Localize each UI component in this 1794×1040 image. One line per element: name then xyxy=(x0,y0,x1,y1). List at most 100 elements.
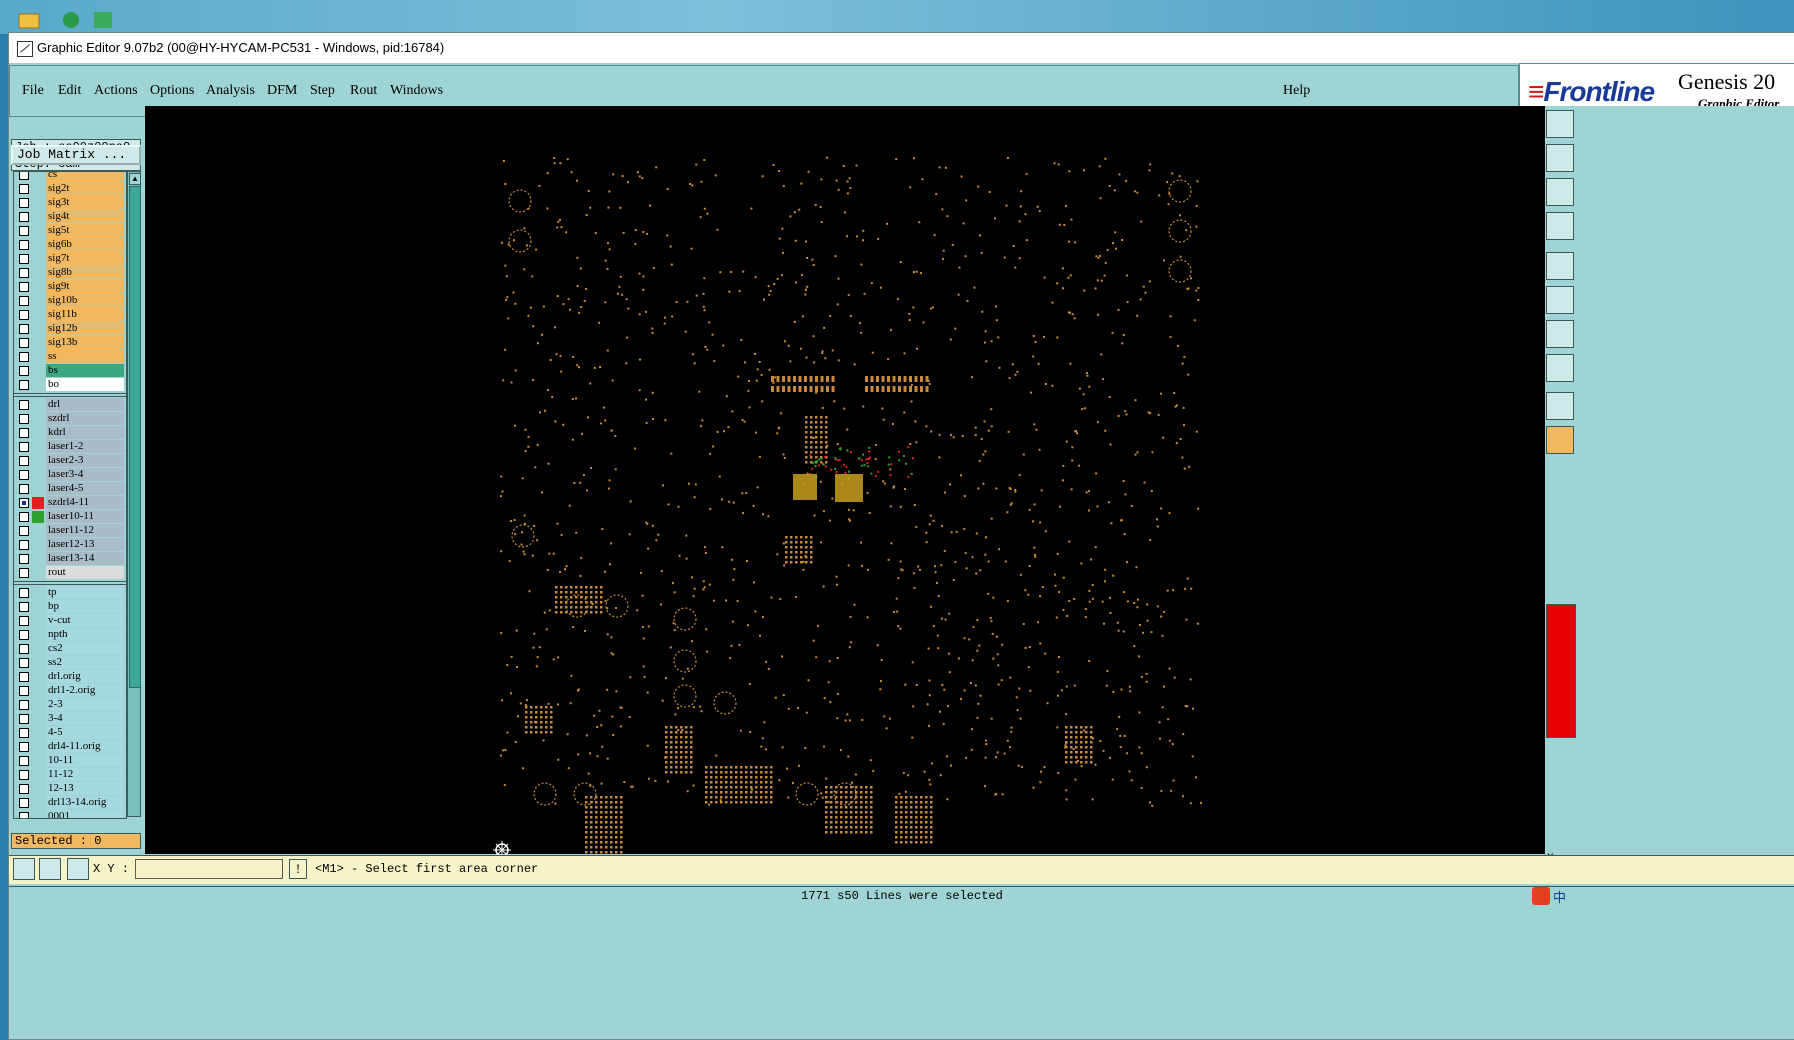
layer-name[interactable]: sig13b xyxy=(46,336,124,349)
menu-rout[interactable]: Rout xyxy=(350,83,377,99)
layer-name[interactable]: sig4t xyxy=(46,210,124,223)
angle-icon[interactable] xyxy=(39,858,61,880)
layer-name[interactable]: sig6b xyxy=(46,238,124,251)
layer-checkbox[interactable] xyxy=(19,756,29,766)
layer-row-bp[interactable]: bp xyxy=(14,600,126,614)
layer-row-szdrl4-11[interactable]: szdrl4-11 xyxy=(14,496,126,510)
layer-name[interactable]: 10-11 xyxy=(46,754,124,767)
layer-name[interactable]: laser12-13 xyxy=(46,538,124,551)
layer-name[interactable]: sig9t xyxy=(46,280,124,293)
layer-row-cs2[interactable]: cs2 xyxy=(14,642,126,656)
layer-row-bo[interactable]: bo xyxy=(14,378,126,392)
layer-name[interactable]: sig8b xyxy=(46,266,124,279)
layer-name[interactable]: bo xyxy=(46,378,124,391)
layer-row-laser12-13[interactable]: laser12-13 xyxy=(14,538,126,552)
zoom-fit-icon[interactable] xyxy=(1546,178,1574,206)
layer-name[interactable]: ss2 xyxy=(46,656,124,669)
layer-name[interactable]: sig7t xyxy=(46,252,124,265)
menu-options[interactable]: Options xyxy=(150,83,194,99)
layer-checkbox[interactable] xyxy=(19,714,29,724)
layer-name[interactable]: kdrl xyxy=(46,426,124,439)
layer-checkbox[interactable] xyxy=(19,226,29,236)
layer-row-sig4t[interactable]: sig4t xyxy=(14,210,126,224)
layer-checkbox[interactable] xyxy=(19,282,29,292)
layer-row-laser13-14[interactable]: laser13-14 xyxy=(14,552,126,566)
layer-name[interactable]: tp xyxy=(46,586,124,599)
triangle-icon[interactable] xyxy=(1546,392,1574,420)
layer-row-npth[interactable]: npth xyxy=(14,628,126,642)
layer-name[interactable]: sig12b xyxy=(46,322,124,335)
layer-name[interactable]: 12-13 xyxy=(46,782,124,795)
layer-checkbox[interactable] xyxy=(19,784,29,794)
layer-checkbox[interactable] xyxy=(19,352,29,362)
layer-checkbox[interactable] xyxy=(19,728,29,738)
layer-checkbox[interactable] xyxy=(19,184,29,194)
layer-name[interactable]: 11-12 xyxy=(46,768,124,781)
snap-icon[interactable] xyxy=(13,858,35,880)
layer-row-sig12b[interactable]: sig12b xyxy=(14,322,126,336)
layer-checkbox[interactable] xyxy=(19,324,29,334)
layer-checkbox[interactable] xyxy=(19,366,29,376)
layer-name[interactable]: drl xyxy=(46,398,124,411)
input-method-icon[interactable]: 中 xyxy=(1531,885,1565,907)
execute-button[interactable]: ! xyxy=(289,859,307,879)
layer-row-2-3[interactable]: 2-3 xyxy=(14,698,126,712)
layer-name[interactable]: drl.orig xyxy=(46,670,124,683)
layer-row-szdrl[interactable]: szdrl xyxy=(14,412,126,426)
layer-checkbox[interactable] xyxy=(19,254,29,264)
layer-row-4-5[interactable]: 4-5 xyxy=(14,726,126,740)
layer-row-laser10-11[interactable]: laser10-11 xyxy=(14,510,126,524)
layer-checkbox[interactable] xyxy=(19,658,29,668)
polygon-icon[interactable] xyxy=(1546,354,1574,382)
layer-row-sig13b[interactable]: sig13b xyxy=(14,336,126,350)
layer-name[interactable]: 2-3 xyxy=(46,698,124,711)
layer-row-laser4-5[interactable]: laser4-5 xyxy=(14,482,126,496)
layer-name[interactable]: laser1-2 xyxy=(46,440,124,453)
layer-checkbox[interactable] xyxy=(19,498,29,508)
layer-checkbox[interactable] xyxy=(19,400,29,410)
menu-dfm[interactable]: DFM xyxy=(267,83,297,99)
menu-file[interactable]: File xyxy=(22,83,44,99)
layer-checkbox[interactable] xyxy=(19,568,29,578)
net-icon[interactable] xyxy=(1546,286,1574,314)
layer-name[interactable]: cs2 xyxy=(46,642,124,655)
layer-checkbox[interactable] xyxy=(19,770,29,780)
menu-windows[interactable]: Windows xyxy=(390,83,443,99)
layer-row-sig6b[interactable]: sig6b xyxy=(14,238,126,252)
layer-row-v-cut[interactable]: v-cut xyxy=(14,614,126,628)
layer-row-ss[interactable]: ss xyxy=(14,350,126,364)
layer-name[interactable]: szdrl xyxy=(46,412,124,425)
layer-name[interactable]: laser4-5 xyxy=(46,482,124,495)
layer-name[interactable]: bs xyxy=(46,364,124,377)
layer-checkbox[interactable] xyxy=(19,172,29,180)
layer-row-laser1-2[interactable]: laser1-2 xyxy=(14,440,126,454)
layer-name[interactable]: 3-4 xyxy=(46,712,124,725)
layer-row-laser11-12[interactable]: laser11-12 xyxy=(14,524,126,538)
layer-row-sig7t[interactable]: sig7t xyxy=(14,252,126,266)
layer-checkbox[interactable] xyxy=(19,414,29,424)
layer-checkbox[interactable] xyxy=(19,672,29,682)
layer-name[interactable]: sig11b xyxy=(46,308,124,321)
layer-checkbox[interactable] xyxy=(19,442,29,452)
layer-row-sig11b[interactable]: sig11b xyxy=(14,308,126,322)
layer-row-0001[interactable]: 0001 xyxy=(14,810,126,818)
pad-icon[interactable] xyxy=(1546,252,1574,280)
layer-checkbox[interactable] xyxy=(19,554,29,564)
graphics-canvas[interactable] xyxy=(145,106,1545,854)
layer-name[interactable]: v-cut xyxy=(46,614,124,627)
layer-row-sig5t[interactable]: sig5t xyxy=(14,224,126,238)
layer-name[interactable]: drl1-2.orig xyxy=(46,684,124,697)
layer-row-drl.orig[interactable]: drl.orig xyxy=(14,670,126,684)
layer-list-scrollbar[interactable]: ▲ xyxy=(127,171,141,817)
layer-checkbox[interactable] xyxy=(19,588,29,598)
layer-checkbox[interactable] xyxy=(19,602,29,612)
layer-row-drl[interactable]: drl xyxy=(14,398,126,412)
layer-name[interactable]: laser11-12 xyxy=(46,524,124,537)
layer-row-11-12[interactable]: 11-12 xyxy=(14,768,126,782)
layer-name[interactable]: npth xyxy=(46,628,124,641)
paste-icon[interactable] xyxy=(1546,110,1574,138)
layer-name[interactable]: 0001 xyxy=(46,810,124,818)
layer-name[interactable]: ss xyxy=(46,350,124,363)
menu-help[interactable]: Help xyxy=(1283,83,1310,99)
layer-checkbox[interactable] xyxy=(19,470,29,480)
